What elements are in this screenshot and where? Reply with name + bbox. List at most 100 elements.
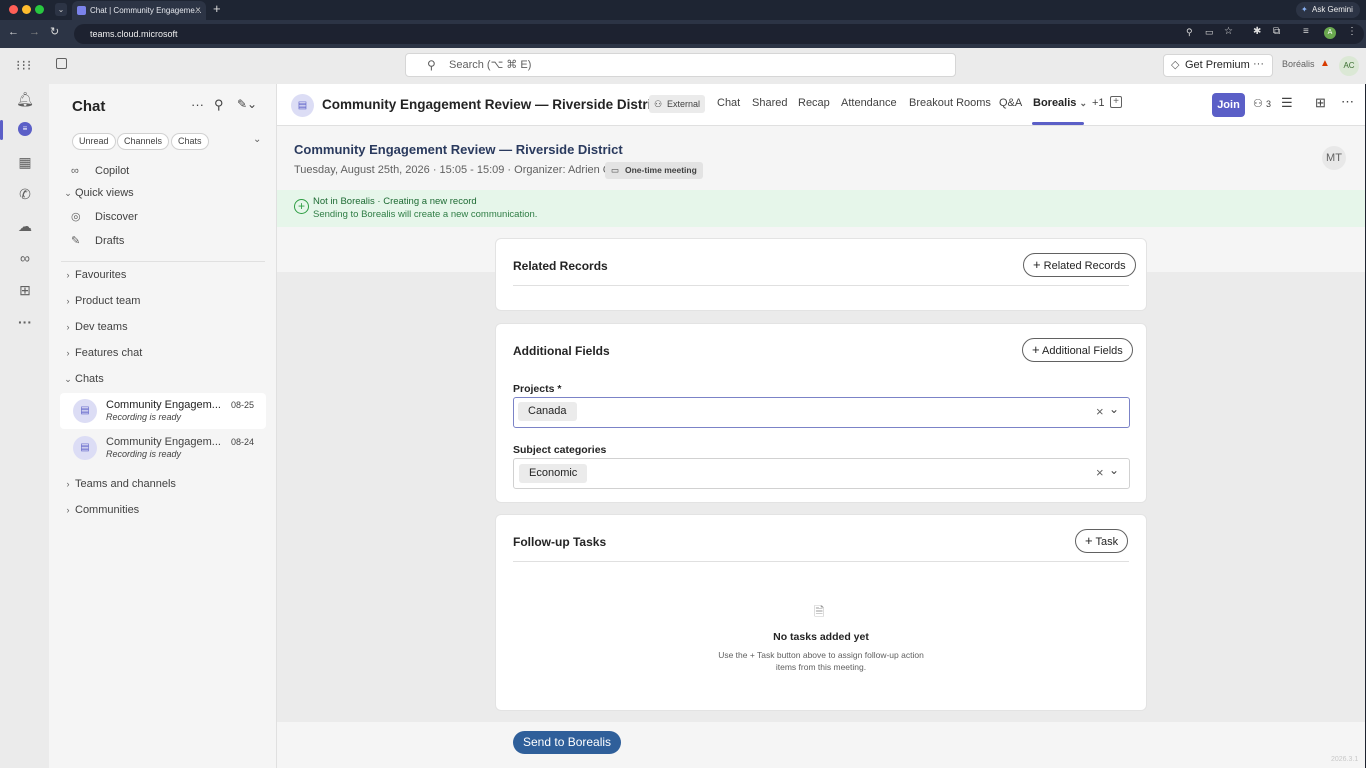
get-premium-button[interactable]: ◇ Get Premium ··· [1163, 54, 1273, 77]
zoom-icon[interactable]: ⚲ [1186, 27, 1193, 38]
sidebar-toggle-icon[interactable] [56, 58, 67, 69]
clear-icon[interactable]: × [1096, 404, 1104, 419]
divider [513, 561, 1129, 562]
profile-avatar-icon[interactable]: A [1324, 27, 1336, 39]
organizer-avatar[interactable]: MT [1322, 146, 1346, 170]
tab-list-icon[interactable]: ⌄ [55, 3, 67, 16]
divider [513, 285, 1129, 286]
calls-icon[interactable]: ✆ [16, 185, 34, 203]
bookmark-star-icon[interactable]: ☆ [1224, 26, 1233, 37]
layout-icon[interactable]: ⊞ [1315, 95, 1326, 111]
participants-button[interactable]: ⚇ 3 [1253, 97, 1271, 110]
list-view-icon[interactable]: ☰ [1281, 95, 1293, 111]
browser-tab-title: Chat | Community Engageme... [90, 6, 202, 15]
chat-item[interactable]: ▤ Community Engagem... Recording is read… [60, 393, 266, 429]
filter-chats[interactable]: Chats [171, 133, 209, 150]
close-tab-icon[interactable]: × [195, 1, 201, 20]
tab-recap[interactable]: Recap [798, 97, 830, 109]
tab-borealis[interactable]: Borealis ⌄ [1033, 97, 1087, 109]
section-communities-label: Communities [75, 504, 140, 516]
more-options-icon[interactable]: ⋯ [1341, 94, 1354, 110]
nav-drafts[interactable]: ✎ Drafts [49, 230, 277, 252]
close-window-icon[interactable] [9, 5, 18, 14]
section-chats[interactable]: ⌄ Chats [49, 368, 277, 390]
subject-chip[interactable]: Economic [519, 464, 588, 483]
activity-bell-icon[interactable]: 🔔︎ [16, 90, 34, 108]
tab-shared[interactable]: Shared [752, 97, 787, 109]
app-launcher-icon[interactable]: ⁝⁝⁝ [16, 57, 32, 74]
subject-categories-select[interactable]: Economic × ⌄ [513, 458, 1130, 489]
forward-icon[interactable]: → [29, 26, 40, 38]
extension-icon[interactable]: ✱ [1253, 26, 1261, 37]
search-input[interactable]: ⚲ Search (⌥ ⌘ E) [405, 53, 956, 77]
teams-top-bar: ⁝⁝⁝ ⚲ Search (⌥ ⌘ E) ◇ Get Premium ··· B… [0, 48, 1366, 84]
section-quick-views[interactable]: ⌄ Quick views [49, 182, 277, 204]
nav-discover[interactable]: ◎ Discover [49, 206, 277, 228]
project-chip[interactable]: Canada [518, 402, 577, 421]
banner-subtitle: Sending to Borealis will create a new co… [313, 209, 538, 220]
filter-unread[interactable]: Unread [72, 133, 116, 150]
clear-icon[interactable]: × [1096, 465, 1104, 480]
chevron-down-icon[interactable]: ⌄ [1109, 402, 1119, 416]
projects-label: Projects * [513, 383, 562, 395]
tab-search-icon[interactable]: ≡ [1303, 26, 1309, 37]
borealis-status-banner: + Not in Borealis · Creating a new recor… [277, 190, 1365, 227]
section-product-team[interactable]: › Product team [49, 290, 277, 312]
add-related-records-button[interactable]: + Related Records [1023, 253, 1136, 277]
tab-breakout-rooms[interactable]: Breakout Rooms [909, 97, 991, 109]
user-avatar[interactable]: AC [1339, 56, 1359, 76]
cast-icon[interactable]: ▭ [1205, 27, 1214, 38]
more-options-icon[interactable]: ··· [1253, 54, 1264, 75]
new-tab-icon[interactable]: + [213, 1, 221, 16]
browser-menu-icon[interactable]: ⋮ [1347, 26, 1357, 37]
tab-qa[interactable]: Q&A [999, 97, 1022, 109]
footer-bar: Send to Borealis 2026.3.1 [277, 722, 1365, 768]
tab-chat[interactable]: Chat [717, 97, 740, 109]
org-name[interactable]: Boréalis [1282, 59, 1315, 69]
calendar-icon[interactable]: ▦ [16, 153, 34, 171]
add-tab-icon[interactable]: + [1110, 96, 1122, 108]
extensions-puzzle-icon[interactable]: ⧉ [1273, 26, 1280, 37]
section-communities[interactable]: › Communities [49, 499, 277, 521]
browser-tab[interactable]: Chat | Community Engageme... × [72, 1, 206, 20]
section-teams-and-channels[interactable]: › Teams and channels [49, 473, 277, 495]
copilot-icon[interactable]: ∞ [16, 249, 34, 267]
onedrive-cloud-icon[interactable]: ☁ [16, 217, 34, 235]
chevron-down-icon[interactable]: ⌄ [1109, 463, 1119, 477]
task-document-icon: 🗎︎ [814, 604, 825, 619]
join-button[interactable]: Join [1212, 93, 1245, 117]
projects-select[interactable]: Canada × ⌄ [513, 397, 1130, 428]
more-apps-icon[interactable]: ··· [16, 313, 34, 331]
tab-more[interactable]: +1 [1092, 97, 1105, 109]
nav-copilot[interactable]: ∞ Copilot [49, 160, 277, 182]
maximize-window-icon[interactable] [35, 5, 44, 14]
section-favourites[interactable]: › Favourites [49, 264, 277, 286]
minimize-window-icon[interactable] [22, 5, 31, 14]
chat-icon[interactable]: ≡ [18, 122, 32, 136]
additional-fields-card: Additional Fields + Additional Fields Pr… [495, 323, 1147, 503]
add-apps-icon[interactable]: ⊞ [16, 281, 34, 299]
drafts-pencil-icon: ✎ [71, 235, 81, 247]
additional-fields-title: Additional Fields [513, 344, 610, 358]
tab-borealis-label: Borealis [1033, 97, 1077, 109]
chat-item[interactable]: ▤ Community Engagem... Recording is read… [60, 430, 266, 466]
url-field[interactable]: teams.cloud.microsoft [74, 24, 1364, 44]
search-icon[interactable]: ⚲ [214, 97, 224, 113]
chevron-down-icon: ⌄ [64, 188, 72, 198]
back-icon[interactable]: ← [8, 26, 19, 38]
add-additional-fields-button[interactable]: + Additional Fields [1022, 338, 1133, 362]
section-dev-teams[interactable]: › Dev teams [49, 316, 277, 338]
tab-attendance[interactable]: Attendance [841, 97, 897, 109]
participants-count: 3 [1265, 99, 1271, 109]
new-chat-icon[interactable]: ✎⌄ [237, 97, 257, 111]
ask-gemini-button[interactable]: ✦ Ask Gemini [1296, 2, 1360, 18]
add-task-button[interactable]: + Task [1075, 529, 1129, 553]
more-options-icon[interactable]: ··· [191, 97, 204, 112]
send-to-borealis-button[interactable]: Send to Borealis [513, 731, 622, 754]
filter-channels[interactable]: Channels [117, 133, 170, 150]
section-features-chat[interactable]: › Features chat [49, 342, 277, 364]
filter-expand-icon[interactable]: ⌄ [253, 134, 261, 145]
get-premium-label: Get Premium [1185, 59, 1250, 71]
nav-copilot-label: Copilot [95, 165, 130, 177]
reload-icon[interactable]: ↻ [50, 25, 59, 38]
